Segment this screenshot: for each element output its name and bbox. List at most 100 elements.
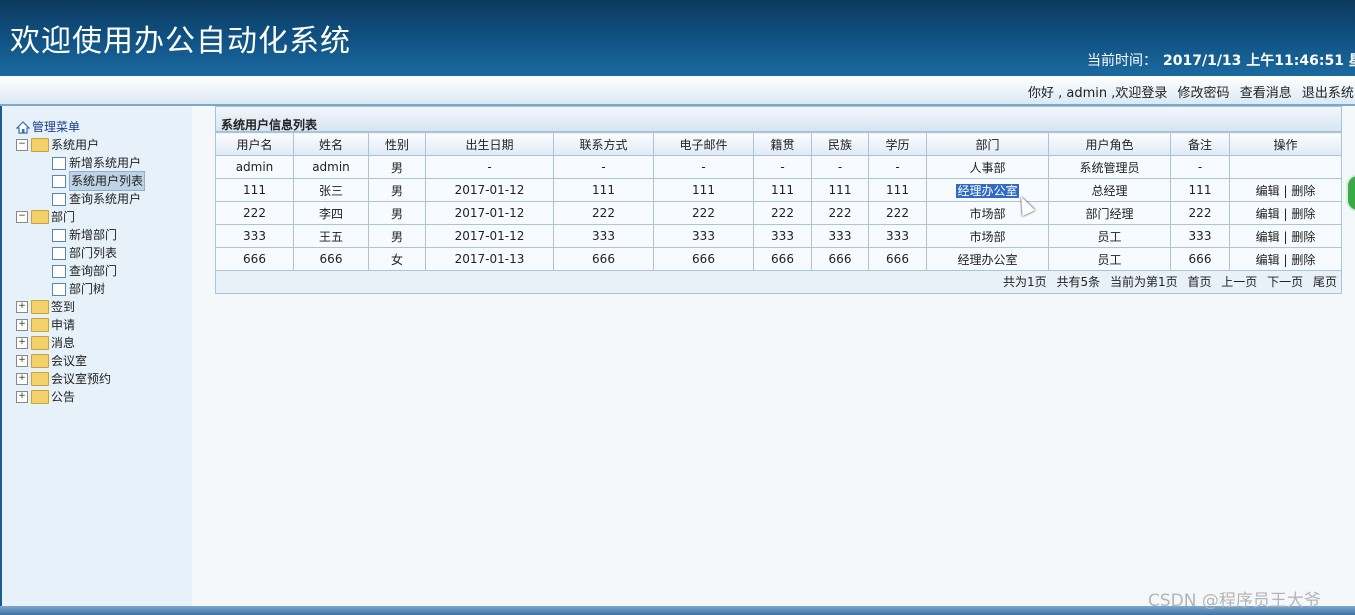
tree-item[interactable]: 部门树 [16,280,145,298]
column-header: 用户角色 [1048,132,1171,156]
column-header: 用户名 [215,132,294,156]
tree-item[interactable]: 系统用户列表 [16,171,146,191]
table-cell: 李四 [293,201,369,225]
delete-link[interactable]: 删除 [1291,207,1315,221]
tree-item[interactable]: 新增系统用户 [16,154,145,172]
table-cell: - [811,155,869,179]
tree-group[interactable]: − 系统用户 [16,136,145,154]
view-messages-link[interactable]: 查看消息 [1240,86,1292,101]
table-cell: - [1170,155,1230,179]
table-header-row: 用户名 姓名 性别 出生日期 联系方式 电子邮件 籍贯 民族 学历 部门 用户角色 备注 操作 [215,132,1342,156]
table-cell: 2017-01-12 [425,201,554,225]
tree-group[interactable]: + 会议室预约 [16,370,145,388]
edit-link[interactable]: 编辑 [1256,230,1280,244]
table-cell: 666 [868,247,927,271]
folder-icon [31,210,49,224]
greeting-text: 你好 , admin ,欢迎登录 [1028,86,1168,101]
table-cell: 222 [553,201,654,225]
collapse-icon[interactable]: − [16,211,28,223]
folder-icon [31,300,49,314]
edit-link[interactable]: 编辑 [1256,184,1280,198]
tree-group-label: 申请 [51,318,76,332]
pager-first-link[interactable]: 首页 [1187,275,1211,289]
expand-icon[interactable]: + [16,319,28,331]
page-icon [52,192,66,206]
table-cell: 666 [753,247,812,271]
tree-group[interactable]: + 申请 [16,316,145,334]
table-row[interactable]: 111 张三男 2017-01-12 111 111 111 111 111 经理办公室 总经理 1… [215,178,1342,202]
tree-item-label: 系统用户列表 [69,171,146,191]
column-header: 电子邮件 [653,132,754,156]
tree-item-label: 新增系统用户 [69,156,142,170]
table-row[interactable]: 222 李四男 2017-01-12 222 222 222 222 222 市场部 部门经理 22… [215,201,1342,225]
table-cell: admin [293,155,369,179]
delete-link[interactable]: 删除 [1291,184,1315,198]
table-cell: 经理办公室 [926,178,1049,202]
table-row[interactable]: 333 王五男 2017-01-12 333 333 333 333 333 市场部 员工 333 编… [215,224,1342,248]
table-cell: 2017-01-12 [425,224,554,248]
actions-cell: 编辑 | 删除 [1229,178,1342,202]
collapse-icon[interactable]: − [16,139,28,151]
folder-icon [31,390,49,404]
column-header: 学历 [868,132,927,156]
change-password-link[interactable]: 修改密码 [1178,86,1230,101]
table-cell: 666 [1170,247,1230,271]
panel-title: 系统用户信息列表 [215,106,1342,132]
pager-next-link[interactable]: 下一页 [1267,275,1303,289]
table-cell: - [553,155,654,179]
delete-link[interactable]: 删除 [1291,253,1315,267]
tree-group[interactable]: + 会议室 [16,352,145,370]
tree-root[interactable]: 管理菜单 [16,118,145,136]
tree-group[interactable]: + 消息 [16,334,145,352]
table-row[interactable]: admin admin 男 - - - - - - 人事部 系统管理员 - [215,155,1342,179]
pager-total-pages: 共为1页 [1003,275,1047,289]
edit-link[interactable]: 编辑 [1256,253,1280,267]
table-cell: 222 [753,201,812,225]
table-cell: 333 [868,224,927,248]
expand-icon[interactable]: + [16,391,28,403]
floating-widget[interactable] [1346,174,1355,212]
table-cell: 111 [553,178,654,202]
tree-group[interactable]: + 公告 [16,388,145,406]
table-cell: - [653,155,754,179]
page-icon [52,264,66,278]
user-bar: 你好 , admin ,欢迎登录 修改密码 查看消息 退出系统 [0,76,1355,106]
tree-item[interactable]: 部门列表 [16,244,145,262]
tree-group-label: 公告 [51,390,76,404]
pager-last-link[interactable]: 尾页 [1313,275,1337,289]
table-cell: 男 [368,155,426,179]
pager-current-page: 当前为第1页 [1109,275,1178,289]
table-cell: 2017-01-12 [425,178,554,202]
sidebar: 管理菜单 − 系统用户新增系统用户 系统用户列表 查询系统用户 − 部门 新增部门 部门列表查… [0,106,192,606]
logout-link[interactable]: 退出系统 [1302,86,1354,101]
table-cell: 经理办公室 [926,247,1049,271]
tree-group-label: 消息 [51,336,76,350]
home-icon [16,120,30,134]
expand-icon[interactable]: + [16,301,28,313]
table-cell: 王五 [293,224,369,248]
edit-link[interactable]: 编辑 [1256,207,1280,221]
expand-icon[interactable]: + [16,337,28,349]
tree-group[interactable]: − 部门 [16,208,145,226]
table-cell: 333 [553,224,654,248]
tree-group-label: 系统用户 [51,138,100,152]
table-row[interactable]: 666 666 女 2017-01-13 666 666 666 666 666 经理办公室 员工 6… [215,247,1342,271]
watermark: CSDN @程序员王大爷 [1148,591,1321,611]
table-cell: 男 [368,201,426,225]
current-time-label: 当前时间： [1087,53,1157,69]
tree-group-label: 签到 [51,300,76,314]
column-header: 出生日期 [425,132,554,156]
table-cell: 222 [653,201,754,225]
tree-item-label: 部门树 [69,282,106,296]
tree-item[interactable]: 查询部门 [16,262,145,280]
expand-icon[interactable]: + [16,373,28,385]
tree-group[interactable]: + 签到 [16,298,145,316]
tree-item[interactable]: 查询系统用户 [16,190,145,208]
table-cell: - [753,155,812,179]
actions-cell: 编辑 | 删除 [1229,201,1342,225]
tree-item[interactable]: 新增部门 [16,226,145,244]
app-title: 欢迎使用办公自动化系统 [10,24,351,59]
expand-icon[interactable]: + [16,355,28,367]
delete-link[interactable]: 删除 [1291,230,1315,244]
pager-prev-link[interactable]: 上一页 [1221,275,1257,289]
